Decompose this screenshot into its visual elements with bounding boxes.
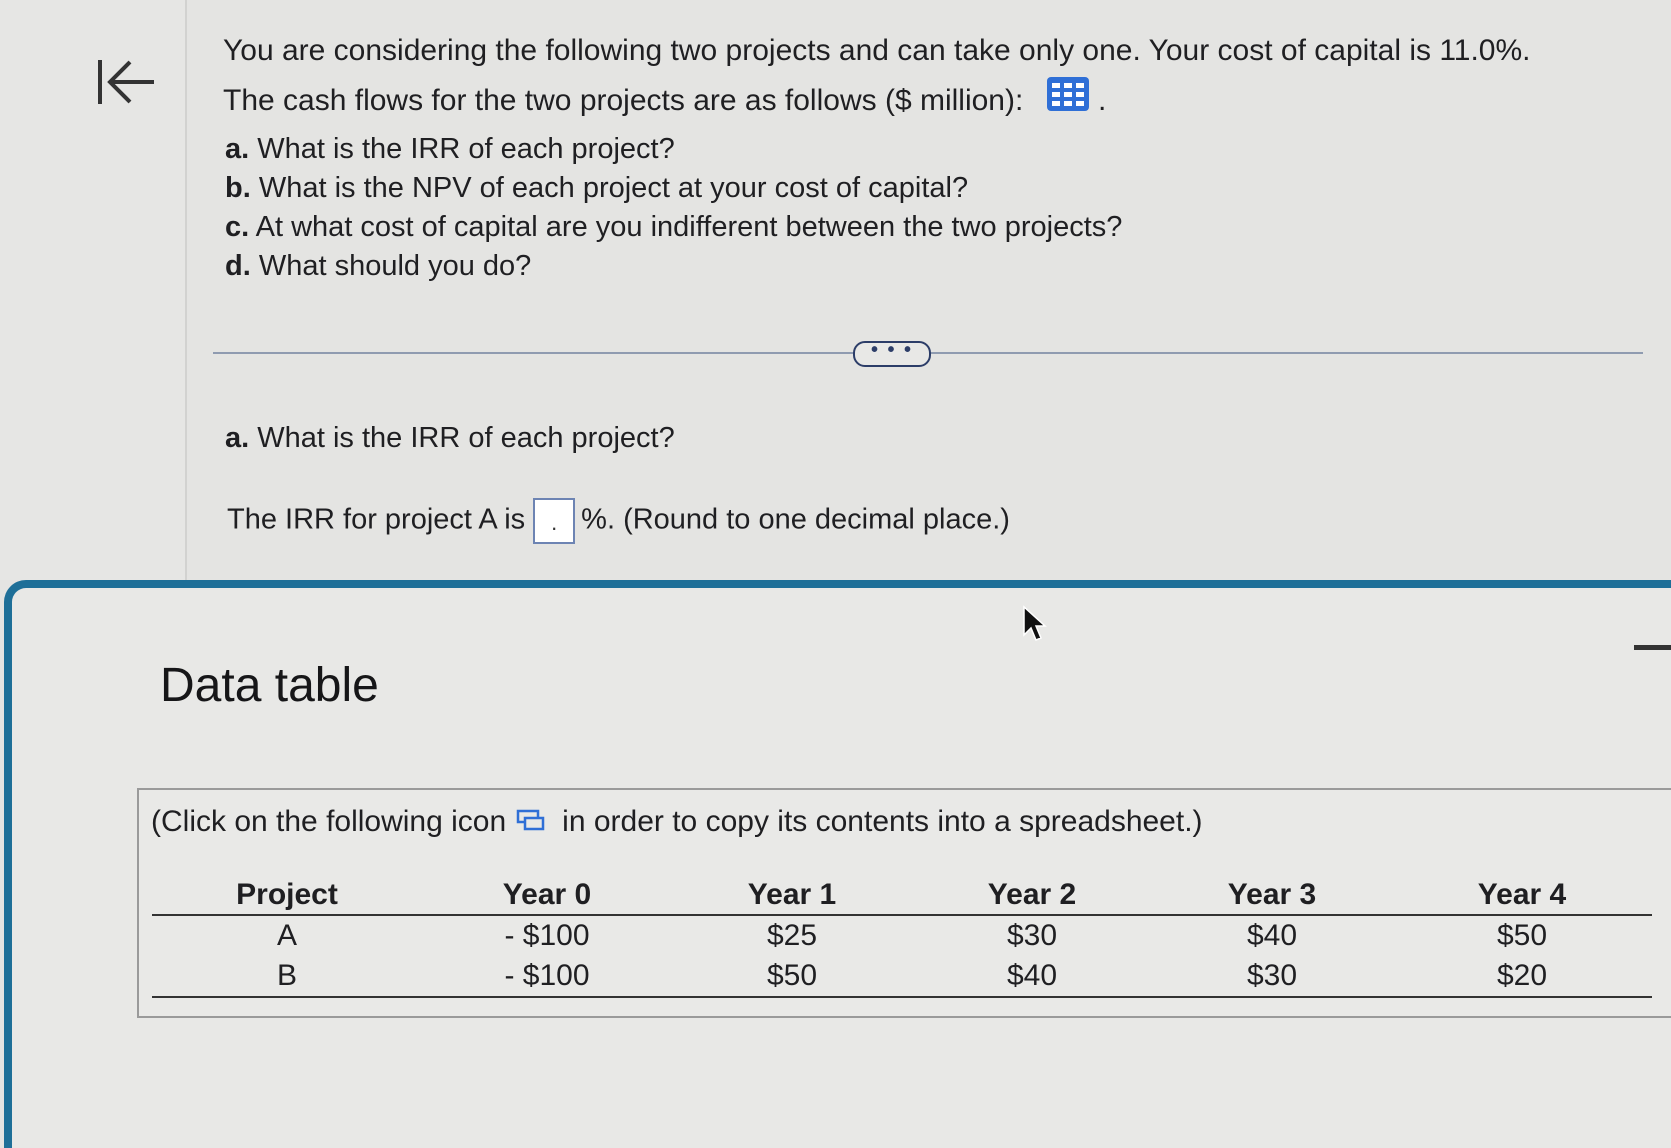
table-cell: $40 [912,956,1152,998]
part-letter: b. [225,172,251,204]
table-row: B - $100 $50 $40 $30 $20 [152,956,1652,998]
table-row: A - $100 $25 $30 $40 $50 [152,915,1652,956]
part-text: At what cost of capital are you indiffer… [255,211,1123,243]
part-letter: a. [225,133,250,165]
question-parts: a. What is the IRR of each project? b. W… [225,130,1122,286]
cash-flow-table: Project Year 0 Year 1 Year 2 Year 3 Year… [152,874,1652,998]
question-line-2-text: The cash flows for the two projects are … [223,84,1024,117]
table-cell: $25 [766,919,818,952]
column-header: Year 2 [912,874,1152,916]
rail-divider [185,0,187,580]
table-cell: - $100 [422,956,672,998]
irr-prefix: The IRR for project A is [227,503,526,536]
table-cell: $20 [1392,956,1652,998]
collapse-left-arrow-icon[interactable] [92,52,162,112]
data-table-grid-icon[interactable] [1046,76,1090,128]
question-line-1: You are considering the following two pr… [223,34,1531,67]
part-b-question: b. What is the NPV of each project at yo… [225,169,1122,208]
part-text: What should you do? [258,250,532,282]
table-header-row: Project Year 0 Year 1 Year 2 Year 3 Year… [152,874,1652,916]
irr-input-placeholder: . [551,510,558,535]
column-header: Year 0 [422,874,672,916]
column-header: Year 4 [1392,874,1652,916]
irr-answer-line: The IRR for project A is. %. (Round to on… [227,498,1010,544]
part-a-letter: a. [225,422,250,454]
part-letter: d. [225,250,251,282]
mouse-pointer-icon [1022,605,1048,648]
column-header: Year 3 [1152,874,1392,916]
panel-scroll-handle[interactable] [1634,645,1671,650]
copy-to-spreadsheet-icon[interactable] [516,806,546,840]
table-cell: $50 [672,956,912,998]
question-text: You are considering the following two pr… [223,26,1643,128]
copy-note-prefix: (Click on the following icon [151,805,507,838]
question-line-2-suffix: . [1098,84,1107,117]
part-text: What is the IRR of each project? [257,133,675,165]
data-table-title: Data table [160,659,379,712]
part-letter: c. [225,211,250,243]
copy-note-suffix: in order to copy its contents into a spr… [562,805,1203,838]
copy-instruction: (Click on the following icon in order to … [151,805,1203,840]
part-a-heading: a. What is the IRR of each project? [225,422,675,455]
part-c-question: c. At what cost of capital are you indif… [225,208,1122,247]
part-d-question: d. What should you do? [225,247,1122,286]
table-cell: $30 [1006,919,1058,952]
expand-more-button[interactable]: • • • [853,340,931,367]
table-cell: $40 [1246,919,1298,952]
table-cell: - $100 [504,919,590,952]
table-cell: B [152,956,422,998]
question-line-2: The cash flows for the two projects are … [223,76,1643,128]
irr-answer-input[interactable]: . [533,498,576,544]
part-text: What is the NPV of each project at your … [258,172,969,204]
table-cell: A [276,919,297,952]
irr-suffix: %. (Round to one decimal place.) [581,503,1010,536]
table-cell: $30 [1152,956,1392,998]
table-cell: $50 [1496,919,1548,952]
part-a-question: a. What is the IRR of each project? [225,130,1122,169]
column-header: Project [152,874,422,916]
part-a-text: What is the IRR of each project? [257,422,675,454]
column-header: Year 1 [672,874,912,916]
